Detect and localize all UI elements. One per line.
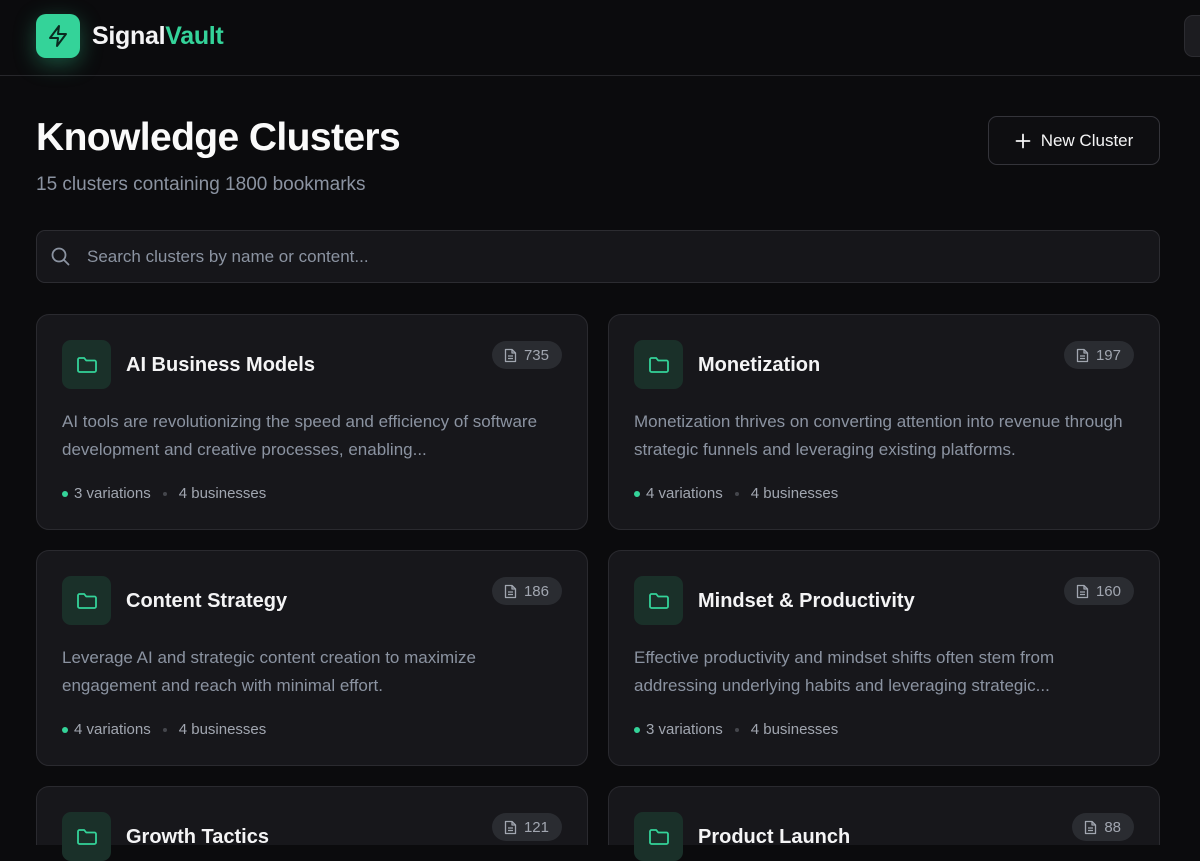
document-icon	[1085, 820, 1097, 834]
businesses-count: 4 businesses	[750, 485, 839, 502]
search-bar	[36, 230, 1160, 283]
cluster-meta: 3 variations 4 businesses	[634, 721, 838, 738]
separator-dot	[162, 727, 167, 732]
bookmark-count-badge: 88	[1072, 813, 1134, 841]
bookmark-count: 121	[523, 818, 549, 836]
logo[interactable]	[36, 14, 80, 58]
separator-dot	[162, 491, 167, 496]
folder-icon-tile	[634, 340, 683, 389]
cluster-meta: 3 variations 4 businesses	[62, 485, 266, 502]
bookmark-count-badge: 735	[491, 341, 562, 369]
brand-name-part-1: Signal	[92, 22, 166, 50]
cluster-card[interactable]: Monetization 197 Monetization thrives on…	[608, 314, 1160, 530]
document-icon	[504, 820, 517, 834]
status-dot	[634, 490, 640, 497]
cluster-title: Monetization	[698, 354, 821, 376]
bookmark-count-badge: 197	[1063, 341, 1134, 369]
cluster-description: Effective productivity and mindset shift…	[634, 648, 1055, 695]
cluster-description: AI tools are revolutionizing the speed a…	[62, 412, 538, 459]
bookmark-count: 735	[523, 346, 549, 364]
brand-name[interactable]: SignalVault	[92, 20, 224, 52]
cluster-card[interactable]: Mindset & Productivity 160 Effective pro…	[608, 550, 1160, 766]
header-action-button[interactable]	[1184, 15, 1200, 57]
folder-icon-tile	[62, 576, 111, 625]
cluster-title: Mindset & Productivity	[698, 590, 915, 612]
new-cluster-button[interactable]: New Cluster	[988, 116, 1160, 165]
bookmark-count: 160	[1095, 582, 1121, 600]
search-icon	[51, 247, 70, 266]
top-bar: SignalVault	[0, 0, 1200, 76]
folder-icon-tile	[62, 340, 111, 389]
cluster-description: Monetization thrives on converting atten…	[634, 412, 1123, 459]
variations-count: 4 variations	[646, 485, 723, 502]
folder-icon-tile	[62, 812, 111, 861]
folder-icon	[648, 356, 669, 373]
cluster-card[interactable]: AI Business Models 735 AI tools are revo…	[36, 314, 588, 530]
document-icon	[504, 348, 517, 362]
cluster-title: AI Business Models	[126, 354, 315, 376]
cluster-card[interactable]: Content Strategy 186 Leverage AI and str…	[36, 550, 588, 766]
cluster-meta: 4 variations 4 businesses	[62, 721, 266, 738]
page-title: Knowledge Clusters	[36, 116, 401, 159]
status-dot	[634, 726, 640, 733]
separator-dot	[734, 491, 739, 496]
folder-icon-tile	[634, 576, 683, 625]
cluster-title: Growth Tactics	[126, 826, 269, 848]
bookmark-count: 88	[1104, 818, 1121, 836]
plus-icon	[1015, 133, 1031, 148]
folder-icon	[648, 592, 669, 609]
page-subtitle: 15 clusters containing 1800 bookmarks	[36, 174, 366, 195]
brand-name-part-2: Vault	[165, 22, 224, 50]
document-icon	[1076, 584, 1089, 598]
folder-icon-tile	[634, 812, 683, 861]
bookmark-count-badge: 160	[1063, 577, 1134, 605]
new-cluster-button-label: New Cluster	[1040, 130, 1134, 150]
bookmark-count: 186	[523, 582, 549, 600]
folder-icon	[76, 356, 97, 373]
businesses-count: 4 businesses	[178, 721, 267, 738]
bookmark-count: 197	[1095, 346, 1121, 364]
cluster-title: Content Strategy	[126, 590, 288, 612]
status-dot	[62, 490, 68, 497]
businesses-count: 4 businesses	[178, 485, 267, 502]
businesses-count: 4 businesses	[750, 721, 839, 738]
search-input[interactable]	[87, 231, 1147, 282]
variations-count: 3 variations	[646, 721, 723, 738]
cluster-meta: 4 variations 4 businesses	[634, 485, 838, 502]
lightning-bolt-icon	[49, 25, 67, 47]
separator-dot	[734, 727, 739, 732]
cluster-title: Product Launch	[698, 826, 851, 848]
cluster-description: Leverage AI and strategic content creati…	[62, 648, 476, 695]
variations-count: 4 variations	[74, 721, 151, 738]
document-icon	[504, 584, 517, 598]
variations-count: 3 variations	[74, 485, 151, 502]
bookmark-count-badge: 121	[491, 813, 562, 841]
cluster-card[interactable]: Growth Tactics 121	[36, 786, 588, 861]
status-dot	[62, 726, 68, 733]
bookmark-count-badge: 186	[491, 577, 562, 605]
document-icon	[1076, 348, 1089, 362]
folder-icon	[76, 592, 97, 609]
cluster-card[interactable]: Product Launch 88	[608, 786, 1160, 861]
